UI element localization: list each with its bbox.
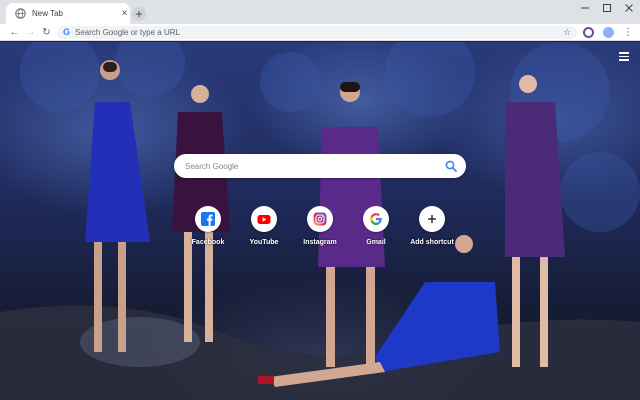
new-tab-button[interactable]: + [132, 7, 146, 21]
youtube-icon [257, 215, 271, 224]
tab-strip: New Tab × + [0, 0, 640, 24]
add-icon [428, 215, 436, 223]
customize-menu-icon[interactable] [617, 50, 631, 62]
instagram-icon [313, 212, 327, 226]
close-window-icon[interactable] [624, 2, 634, 14]
google-icon: G [63, 27, 71, 37]
bookmark-star-icon[interactable]: ☆ [561, 26, 573, 39]
minimize-icon[interactable] [580, 2, 590, 14]
shortcut-tile [195, 206, 221, 232]
omnibox[interactable]: G ☆ [57, 26, 577, 39]
tab-new-tab[interactable]: New Tab × [6, 3, 130, 24]
google-icon [370, 213, 382, 225]
maximize-icon[interactable] [602, 2, 612, 14]
shortcut-label: Gmail [366, 239, 386, 246]
avatar[interactable] [603, 27, 614, 38]
tab-title: New Tab [32, 9, 63, 18]
shortcut-label: Facebook [191, 239, 225, 246]
facebook-icon [201, 212, 215, 226]
forward-button[interactable]: → [24, 26, 37, 39]
shortcut-tile [251, 206, 277, 232]
back-button[interactable]: ← [8, 26, 21, 39]
shortcut-label: Instagram [303, 239, 337, 246]
close-tab-icon[interactable]: × [118, 7, 131, 20]
shortcut-youtube[interactable]: YouTube [236, 204, 292, 250]
shortcut-label: Add shortcut [410, 239, 454, 246]
search-input[interactable] [185, 159, 435, 173]
shortcut-facebook[interactable]: Facebook [180, 204, 236, 250]
search-icon[interactable] [445, 160, 457, 172]
reload-button[interactable]: ↻ [40, 26, 53, 39]
add-shortcut-button[interactable]: Add shortcut [404, 204, 460, 250]
browser-menu-icon[interactable]: ⋮ [623, 26, 633, 39]
shortcut-gmail[interactable]: Gmail [348, 204, 404, 250]
shortcut-tile [363, 206, 389, 232]
shortcut-tile [307, 206, 333, 232]
shortcut-tile [419, 206, 445, 232]
globe-icon [15, 8, 26, 19]
omnibox-input[interactable] [75, 26, 545, 39]
google-search-box[interactable] [174, 154, 466, 178]
shortcut-label: YouTube [249, 239, 279, 246]
toolbar: ← → ↻ G ☆ ⋮ [0, 24, 640, 41]
extension-icon[interactable] [583, 27, 594, 38]
shortcut-instagram[interactable]: Instagram [292, 204, 348, 250]
